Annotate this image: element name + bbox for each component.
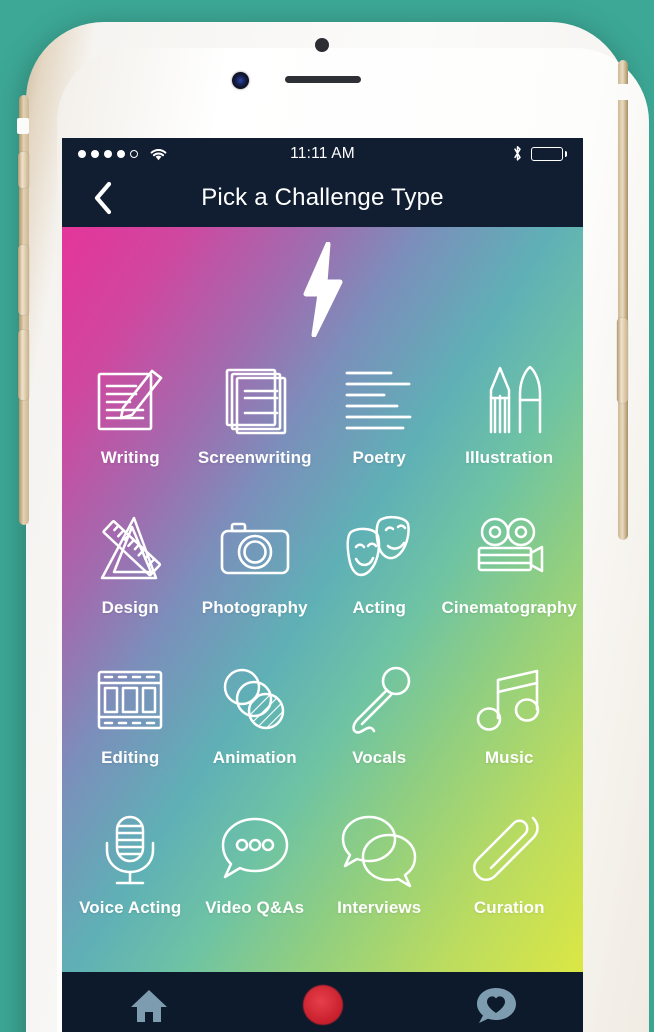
- cellular-signal-icon: [78, 149, 138, 158]
- earpiece-speaker: [285, 76, 361, 83]
- bluetooth-icon: [512, 145, 523, 162]
- tile-label: Interviews: [337, 898, 422, 917]
- record-circle-icon: [302, 985, 343, 1025]
- phone-right-rail: [618, 60, 628, 540]
- tab-home[interactable]: [62, 972, 236, 1032]
- tile-video-qas[interactable]: Video Q&As: [192, 802, 316, 942]
- music-icon: [469, 652, 549, 748]
- tile-writing[interactable]: Writing: [68, 352, 192, 492]
- power-button[interactable]: [617, 318, 628, 403]
- tile-label: Video Q&As: [205, 898, 305, 917]
- screenwriting-icon: [215, 352, 295, 448]
- tile-label: Poetry: [352, 448, 406, 467]
- tile-label: Design: [101, 598, 159, 617]
- editing-icon: [90, 652, 170, 748]
- animation-icon: [215, 652, 295, 748]
- tile-label: Screenwriting: [197, 448, 312, 467]
- lightning-bolt-icon: [294, 242, 352, 337]
- antenna-band-right: [617, 84, 629, 100]
- volume-down-button[interactable]: [18, 330, 29, 400]
- status-bar-clock: 11:11 AM: [290, 144, 355, 162]
- battery-full-icon: [531, 146, 567, 161]
- writing-icon: [90, 352, 170, 448]
- challenge-type-grid: Writing Screenwriting Poetry Illustratio…: [62, 352, 583, 942]
- proximity-sensor-icon: [315, 38, 329, 52]
- tile-label: Curation: [473, 898, 545, 917]
- tile-label: Animation: [212, 748, 297, 767]
- tile-animation[interactable]: Animation: [192, 652, 316, 792]
- vocals-icon: [339, 652, 419, 748]
- tile-poetry[interactable]: Poetry: [317, 352, 441, 492]
- tile-voice-acting[interactable]: Voice Acting: [68, 802, 192, 942]
- video-qa-icon: [215, 802, 295, 898]
- illustration-icon: [469, 352, 549, 448]
- tile-design[interactable]: Design: [68, 502, 192, 642]
- curation-icon: [469, 802, 549, 898]
- tile-label: Vocals: [352, 748, 407, 767]
- tile-label: Music: [484, 748, 534, 767]
- tile-illustration[interactable]: Illustration: [441, 352, 577, 492]
- wifi-icon: [149, 147, 168, 161]
- tile-acting[interactable]: Acting: [317, 502, 441, 642]
- tile-cinematography[interactable]: Cinematography: [441, 502, 577, 642]
- voice-acting-icon: [90, 802, 170, 898]
- tile-label: Photography: [201, 598, 308, 617]
- navigation-bar: Pick a Challenge Type: [62, 169, 583, 227]
- poetry-icon: [339, 352, 419, 448]
- antenna-band-left: [17, 118, 29, 134]
- volume-up-button[interactable]: [18, 245, 29, 315]
- tile-label: Writing: [100, 448, 160, 467]
- tab-record[interactable]: [236, 972, 410, 1032]
- tile-interviews[interactable]: Interviews: [317, 802, 441, 942]
- hero-lightning-bolt: [62, 227, 583, 352]
- mute-switch-button[interactable]: [18, 152, 29, 188]
- design-icon: [90, 502, 170, 598]
- tile-label: Illustration: [465, 448, 554, 467]
- tile-curation[interactable]: Curation: [441, 802, 577, 942]
- chevron-left-icon: [92, 181, 114, 215]
- tab-likes[interactable]: [409, 972, 583, 1032]
- tile-label: Voice Acting: [79, 898, 182, 917]
- bottom-tab-bar: [62, 972, 583, 1032]
- tile-label: Acting: [352, 598, 406, 617]
- cinematography-icon: [469, 502, 549, 598]
- tile-music[interactable]: Music: [441, 652, 577, 792]
- tile-editing[interactable]: Editing: [68, 652, 192, 792]
- interviews-icon: [339, 802, 419, 898]
- home-icon: [129, 987, 169, 1023]
- challenge-type-content: Writing Screenwriting Poetry Illustratio…: [62, 227, 583, 972]
- tile-vocals[interactable]: Vocals: [317, 652, 441, 792]
- phone-screen: 11:11 AM Pick a Challenge Type Writing S…: [62, 138, 583, 1032]
- status-bar: 11:11 AM: [62, 138, 583, 169]
- tile-label: Cinematography: [441, 598, 577, 617]
- heart-bubble-icon: [475, 986, 517, 1024]
- back-button[interactable]: [76, 169, 130, 227]
- tile-photography[interactable]: Photography: [192, 502, 316, 642]
- tile-label: Editing: [101, 748, 160, 767]
- acting-icon: [339, 502, 419, 598]
- tile-screenwriting[interactable]: Screenwriting: [192, 352, 316, 492]
- front-camera-icon: [232, 72, 249, 89]
- page-title: Pick a Challenge Type: [201, 184, 444, 211]
- photography-icon: [215, 502, 295, 598]
